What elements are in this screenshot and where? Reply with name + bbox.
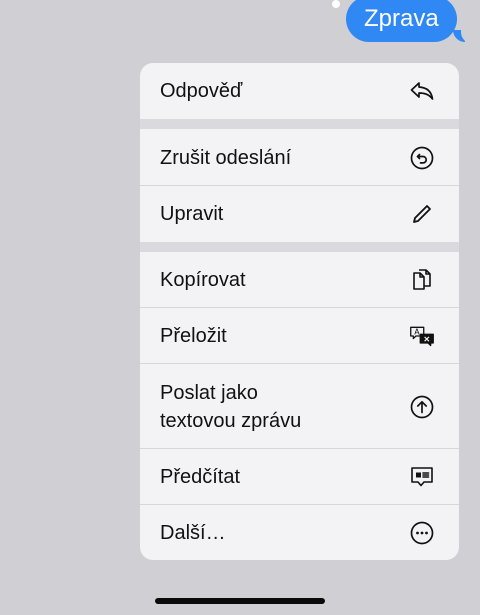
menu-item-label: Předčítat [160, 466, 241, 488]
arrow-up-circle-icon [409, 394, 435, 420]
menu-item-edit[interactable]: Upravit [140, 186, 459, 242]
menu-item-label: Upravit [160, 203, 224, 225]
menu-item-reply[interactable]: Odpověď [140, 63, 459, 119]
status-dot [332, 0, 340, 8]
context-menu: Odpověď Zrušit odeslání Upravit Kopírova… [140, 63, 459, 560]
menu-item-speak[interactable]: Předčítat [140, 449, 459, 505]
reply-icon [409, 78, 435, 104]
menu-item-more[interactable]: Další… [140, 505, 459, 560]
menu-item-label: Zrušit odeslání [160, 146, 292, 169]
home-indicator[interactable] [155, 598, 325, 604]
menu-section-gap [140, 242, 459, 252]
menu-item-label: Kopírovat [160, 269, 246, 291]
menu-section-gap [140, 119, 459, 129]
svg-text:A: A [414, 328, 420, 337]
more-icon [409, 520, 435, 546]
menu-item-translate[interactable]: Přeložit A [140, 308, 459, 364]
speak-icon [409, 464, 435, 490]
menu-item-label: Odpověď [160, 80, 243, 102]
menu-item-copy[interactable]: Kopírovat [140, 252, 459, 308]
message-bubble[interactable]: Zprava [346, 0, 457, 42]
menu-item-undo-send[interactable]: Zrušit odeslání [140, 129, 459, 186]
translate-icon: A [409, 323, 435, 349]
menu-item-label: Další… [160, 521, 226, 544]
copy-icon [409, 267, 435, 293]
menu-item-send-as-text[interactable]: Poslat jako textovou zprávu [140, 364, 459, 449]
menu-item-label: Přeložit [160, 325, 227, 347]
pencil-icon [409, 201, 435, 227]
menu-item-label: Poslat jako textovou zprávu [160, 381, 302, 432]
undo-send-icon [409, 145, 435, 171]
